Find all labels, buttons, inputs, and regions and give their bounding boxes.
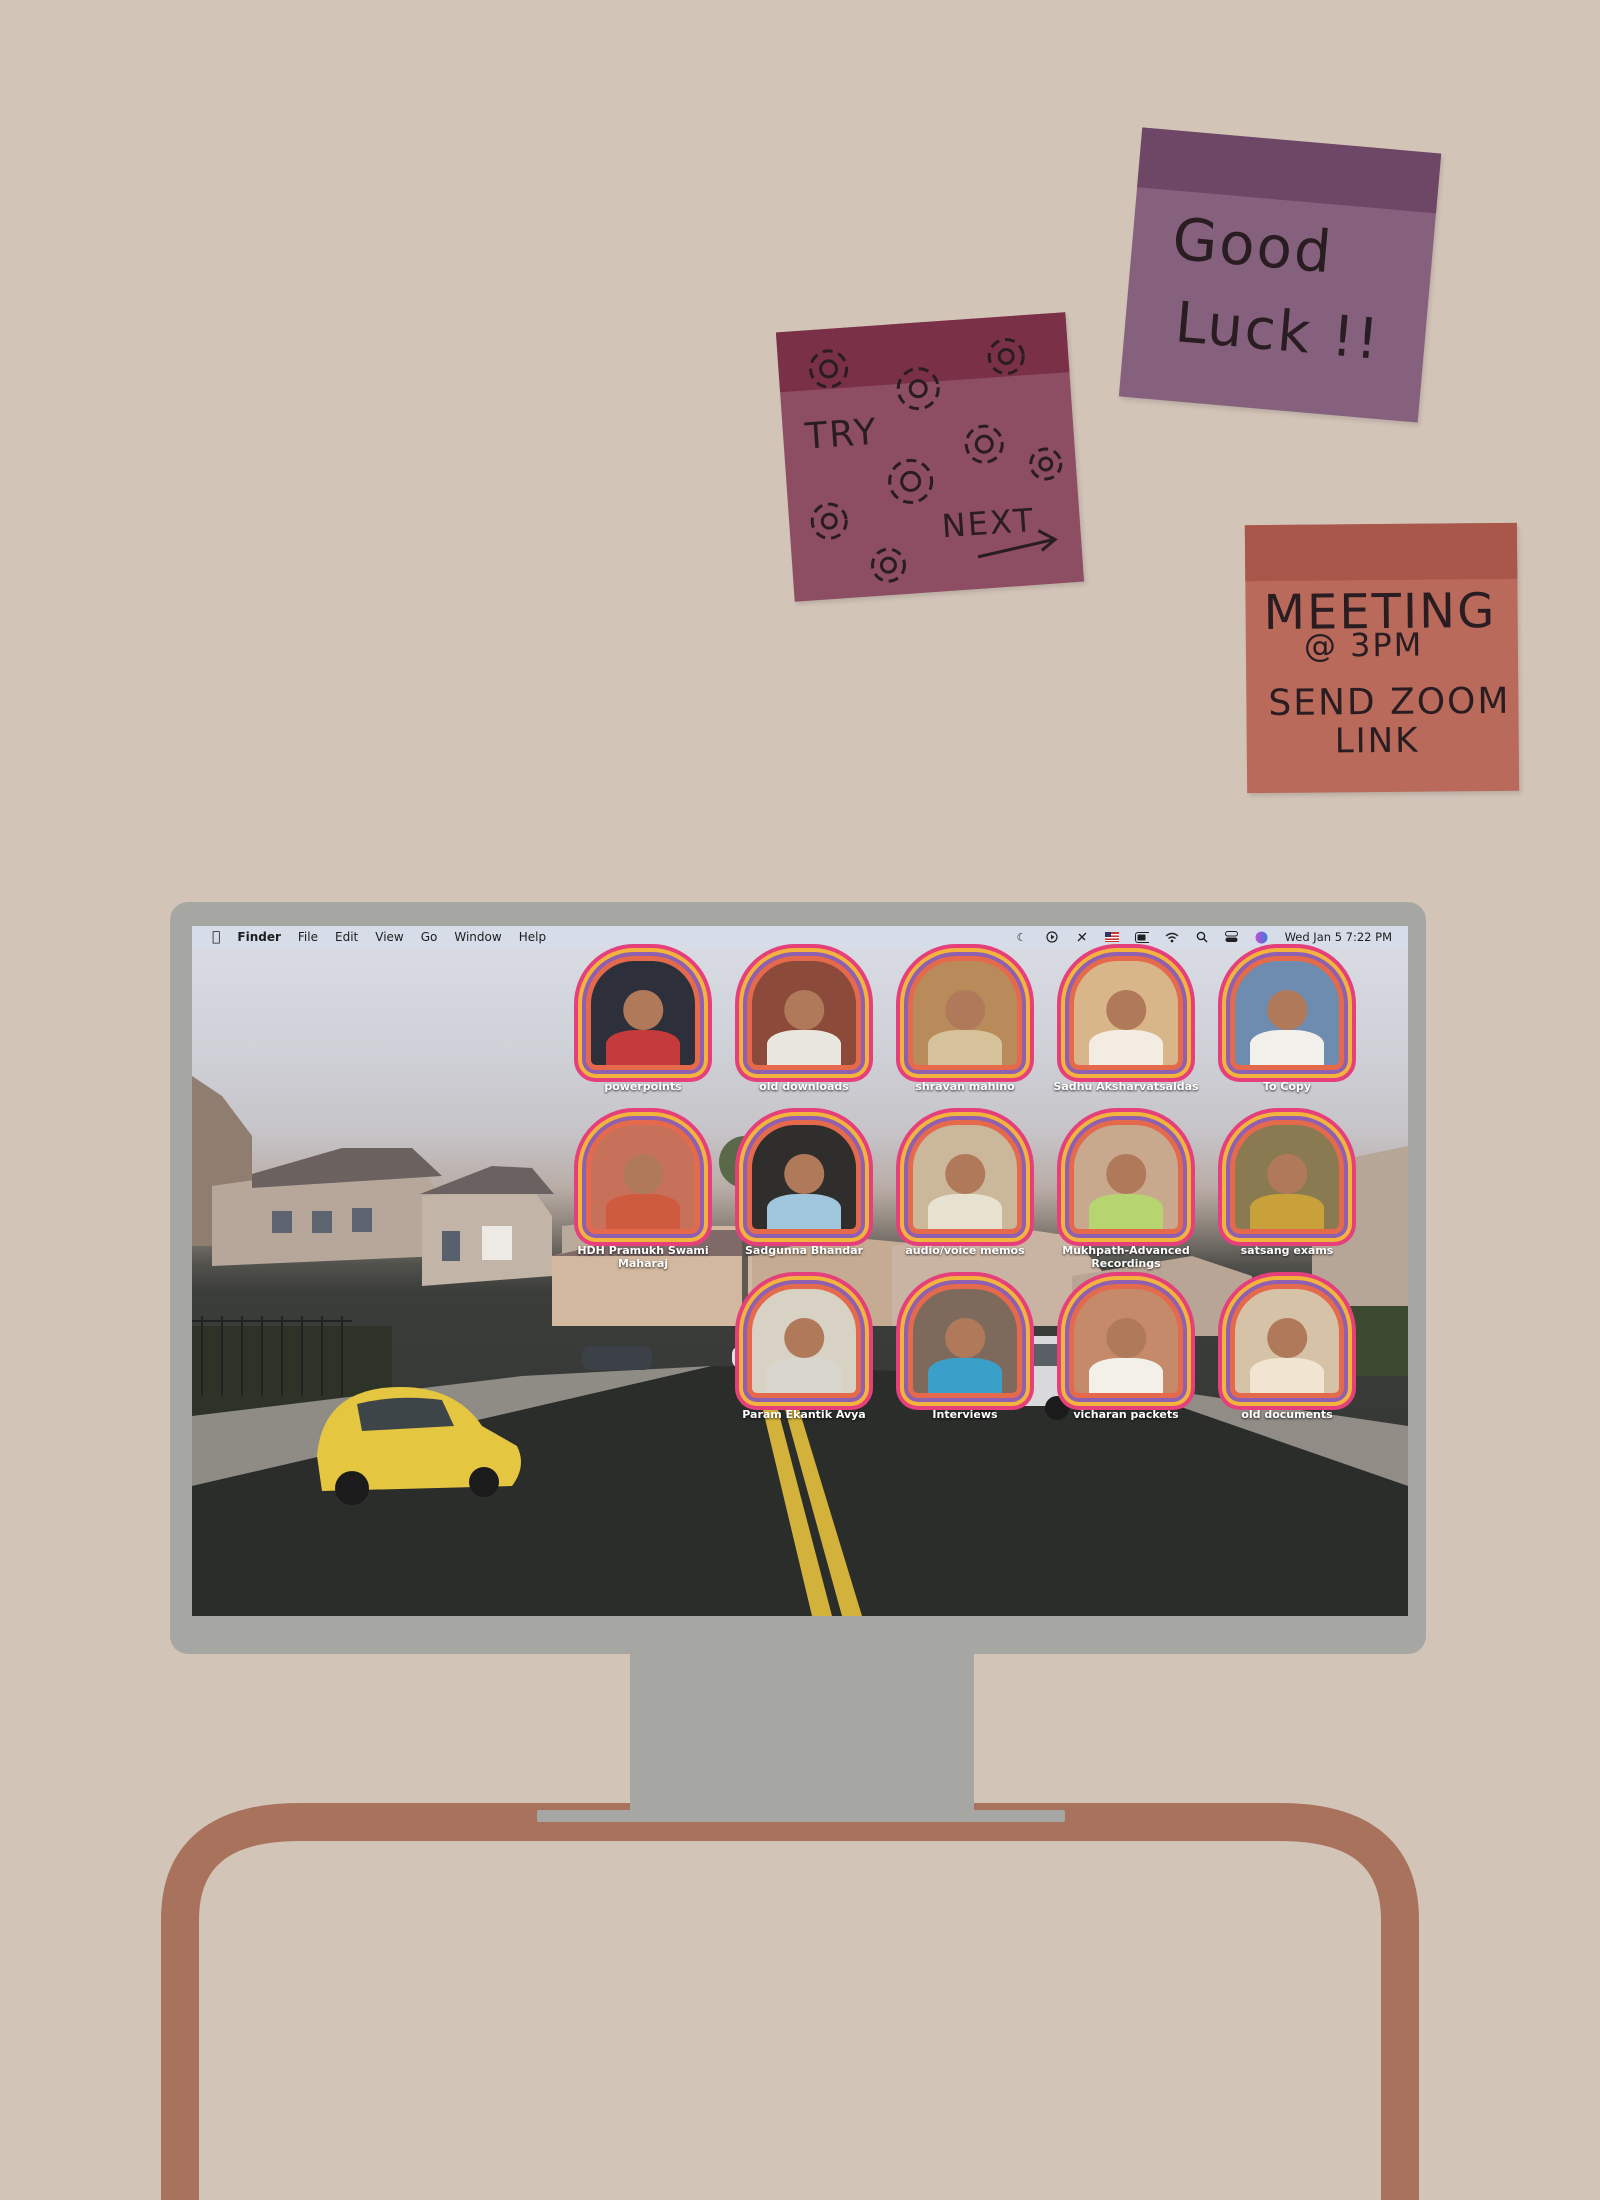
person-body bbox=[1088, 1193, 1164, 1229]
folder-label[interactable]: vicharan packets bbox=[1046, 1408, 1206, 1421]
folder-label[interactable]: HDH Pramukh Swami Maharaj bbox=[563, 1244, 723, 1270]
desktop-folder-icon[interactable]: shravan mahino bbox=[885, 956, 1045, 1093]
folder-label[interactable]: powerpoints bbox=[563, 1080, 723, 1093]
folder-photo-thumbnail[interactable] bbox=[1230, 1284, 1344, 1398]
folder-label[interactable]: Param Ekantik Avya bbox=[724, 1408, 884, 1421]
folder-photo-thumbnail[interactable] bbox=[908, 1120, 1022, 1234]
person-face bbox=[1267, 990, 1307, 1030]
folder-label[interactable]: audio/voice memos bbox=[885, 1244, 1045, 1257]
folder-photo-thumbnail[interactable] bbox=[1069, 956, 1183, 1070]
folder-label[interactable]: Sadgunna Bhandar bbox=[724, 1244, 884, 1257]
person-face bbox=[1267, 1318, 1307, 1358]
person-body bbox=[927, 1029, 1003, 1065]
menu-finder[interactable]: Finder bbox=[237, 930, 281, 944]
desktop-screen[interactable]:  Finder File Edit View Go Window Help ☾ bbox=[192, 926, 1408, 1616]
desktop-folder-icon[interactable]: Sadgunna Bhandar bbox=[724, 1120, 884, 1257]
menu-window[interactable]: Window bbox=[454, 930, 501, 944]
control-center-icon[interactable] bbox=[1225, 930, 1239, 944]
folder-photo-thumbnail[interactable] bbox=[908, 1284, 1022, 1398]
person-face bbox=[1106, 1154, 1146, 1194]
desktop-folder-icon[interactable]: Interviews bbox=[885, 1284, 1045, 1421]
person-body bbox=[1249, 1029, 1325, 1065]
person-face bbox=[945, 990, 985, 1030]
person-body bbox=[1249, 1357, 1325, 1393]
folder-label[interactable]: Interviews bbox=[885, 1408, 1045, 1421]
us-flag-icon[interactable] bbox=[1104, 930, 1119, 944]
folder-photo-thumbnail[interactable] bbox=[747, 956, 861, 1070]
folder-label[interactable]: old documents bbox=[1207, 1408, 1367, 1421]
desktop-folder-icon[interactable]: powerpoints bbox=[563, 956, 723, 1093]
menu-help[interactable]: Help bbox=[519, 930, 546, 944]
folder-photo-thumbnail[interactable] bbox=[586, 1120, 700, 1234]
desktop-folder-icon[interactable]: old documents bbox=[1207, 1284, 1367, 1421]
monitor-stand-base bbox=[537, 1810, 1065, 1822]
person-face bbox=[1267, 1154, 1307, 1194]
person-face bbox=[784, 1318, 824, 1358]
folder-label[interactable]: To Copy bbox=[1207, 1080, 1367, 1093]
tool-icon[interactable] bbox=[1075, 930, 1089, 944]
desktop-folder-icon[interactable]: To Copy bbox=[1207, 956, 1367, 1093]
folder-photo-thumbnail[interactable] bbox=[1230, 956, 1344, 1070]
person-body bbox=[766, 1193, 842, 1229]
menu-edit[interactable]: Edit bbox=[335, 930, 358, 944]
person-body bbox=[605, 1029, 681, 1065]
battery-icon[interactable] bbox=[1134, 930, 1149, 944]
folder-label[interactable]: old downloads bbox=[724, 1080, 884, 1093]
imac-monitor:  Finder File Edit View Go Window Help ☾ bbox=[170, 902, 1426, 1654]
person-body bbox=[766, 1029, 842, 1065]
folder-label[interactable]: Mukhpath-Advanced Recordings bbox=[1046, 1244, 1206, 1270]
monitor-stand bbox=[630, 1654, 974, 1814]
desktop-folder-icon[interactable]: vicharan packets bbox=[1046, 1284, 1206, 1421]
folder-photo-thumbnail[interactable] bbox=[747, 1284, 861, 1398]
menu-bar-clock[interactable]: Wed Jan 5 7:22 PM bbox=[1285, 930, 1392, 944]
person-body bbox=[605, 1193, 681, 1229]
person-body bbox=[1088, 1357, 1164, 1393]
folder-photo-thumbnail[interactable] bbox=[747, 1120, 861, 1234]
siri-icon[interactable] bbox=[1255, 930, 1269, 944]
person-body bbox=[766, 1357, 842, 1393]
folder-photo-thumbnail[interactable] bbox=[1069, 1284, 1183, 1398]
folder-label[interactable]: shravan mahino bbox=[885, 1080, 1045, 1093]
folder-photo-thumbnail[interactable] bbox=[908, 956, 1022, 1070]
folder-photo-thumbnail[interactable] bbox=[586, 956, 700, 1070]
person-face bbox=[623, 1154, 663, 1194]
menu-view[interactable]: View bbox=[375, 930, 403, 944]
person-body bbox=[1088, 1029, 1164, 1065]
folder-label[interactable]: satsang exams bbox=[1207, 1244, 1367, 1257]
desktop-folder-icon[interactable]: Sadhu Aksharvatsaldas bbox=[1046, 956, 1206, 1093]
folder-photo-thumbnail[interactable] bbox=[1069, 1120, 1183, 1234]
person-body bbox=[927, 1193, 1003, 1229]
desktop-folder-icon[interactable]: satsang exams bbox=[1207, 1120, 1367, 1257]
person-face bbox=[784, 990, 824, 1030]
person-face bbox=[945, 1318, 985, 1358]
menu-file[interactable]: File bbox=[298, 930, 318, 944]
desktop-folder-icon[interactable]: Mukhpath-Advanced Recordings bbox=[1046, 1120, 1206, 1270]
menu-bar:  Finder File Edit View Go Window Help ☾ bbox=[192, 926, 1408, 948]
apple-logo-icon[interactable]:  bbox=[212, 930, 220, 944]
desktop-folder-icon[interactable]: HDH Pramukh Swami Maharaj bbox=[563, 1120, 723, 1270]
desktop-folder-icon[interactable]: Param Ekantik Avya bbox=[724, 1284, 884, 1421]
person-face bbox=[784, 1154, 824, 1194]
person-body bbox=[1249, 1193, 1325, 1229]
folder-photo-thumbnail[interactable] bbox=[1230, 1120, 1344, 1234]
desktop-folder-icon[interactable]: audio/voice memos bbox=[885, 1120, 1045, 1257]
menu-go[interactable]: Go bbox=[421, 930, 438, 944]
person-face bbox=[945, 1154, 985, 1194]
wifi-icon[interactable] bbox=[1165, 930, 1179, 944]
desktop-folder-icon[interactable]: old downloads bbox=[724, 956, 884, 1093]
play-icon[interactable] bbox=[1045, 930, 1059, 944]
person-face bbox=[1106, 1318, 1146, 1358]
search-icon[interactable] bbox=[1195, 930, 1209, 944]
moon-icon[interactable]: ☾ bbox=[1015, 930, 1029, 944]
folder-label[interactable]: Sadhu Aksharvatsaldas bbox=[1046, 1080, 1206, 1093]
person-face bbox=[1106, 990, 1146, 1030]
person-body bbox=[927, 1357, 1003, 1393]
person-face bbox=[623, 990, 663, 1030]
